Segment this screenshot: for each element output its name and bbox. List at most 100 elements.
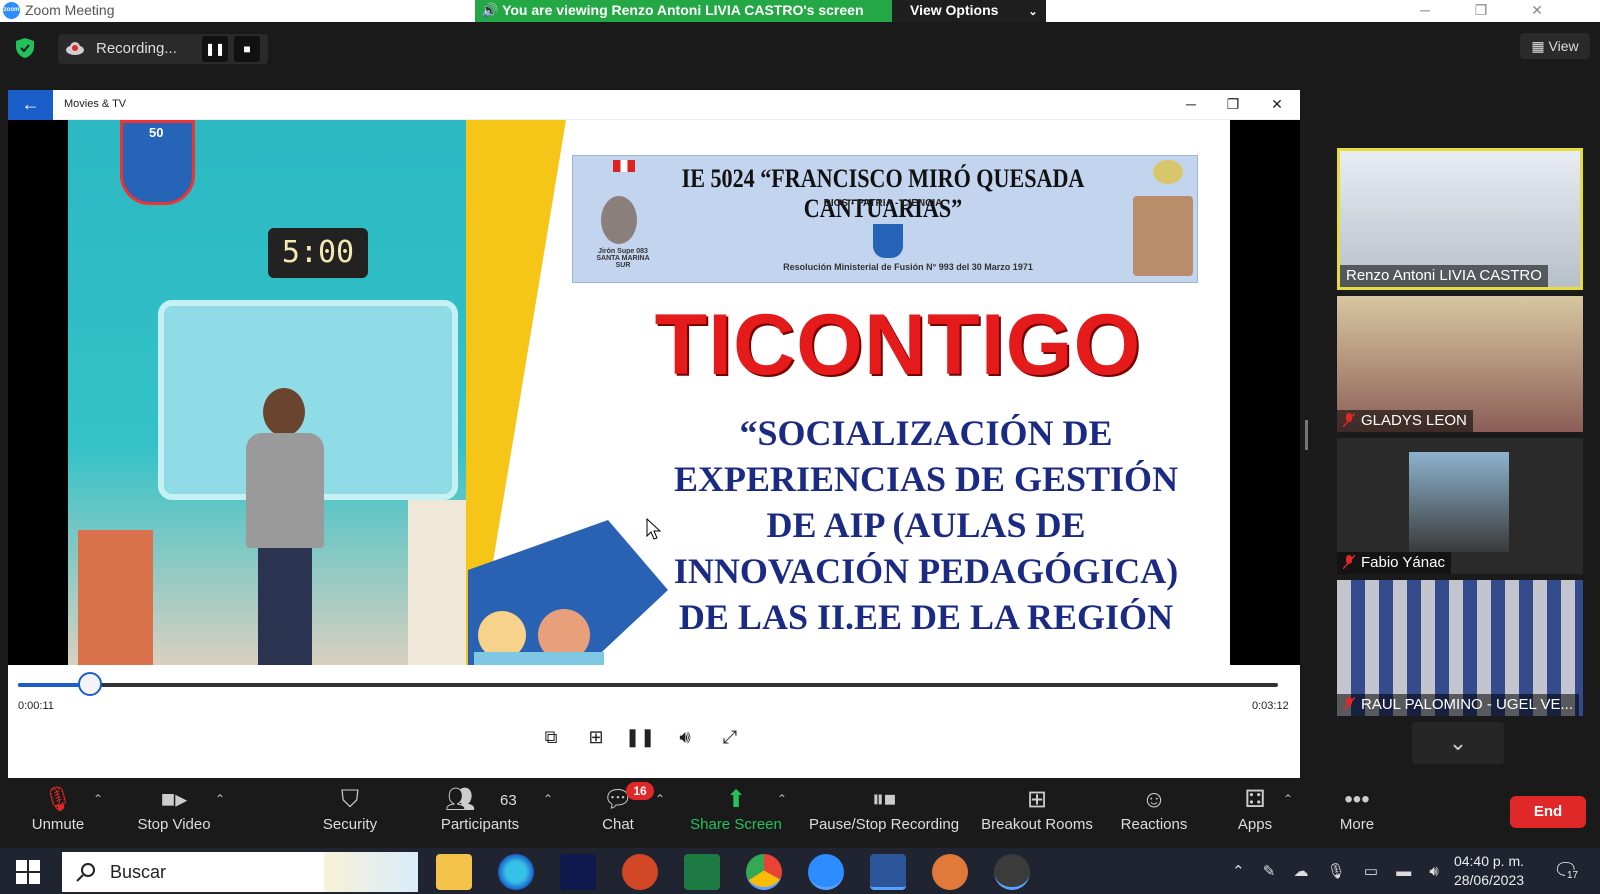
file-explorer-icon[interactable] <box>436 854 472 890</box>
participants-label: Participants <box>440 816 520 833</box>
participant-avatar <box>1409 452 1509 552</box>
security-button[interactable]: ⛉ Security <box>310 784 390 844</box>
share-screen-button[interactable]: ⬆︎ Share Screen <box>686 784 786 844</box>
more-label: More <box>1339 816 1375 833</box>
participant-tile[interactable]: Renzo Antoni LIVIA CASTRO <box>1337 148 1583 290</box>
app-restore-button[interactable]: ❐ <box>1218 96 1248 116</box>
participant-name-bar: RAUL PALOMINO - UGEL VE... <box>1337 694 1579 716</box>
stop-video-button[interactable]: ■▸ Stop Video <box>128 784 220 844</box>
windows-start-icon[interactable] <box>16 860 40 884</box>
back-arrow-icon: ← <box>21 94 40 114</box>
battery-icon[interactable]: ▬ <box>1396 863 1411 880</box>
close-window-button[interactable]: ✕ <box>1514 0 1560 22</box>
microphone-icon[interactable]: 🎙︎ <box>1327 863 1346 880</box>
pause-stop-recording-label: Pause/Stop Recording <box>808 816 960 833</box>
pause-icon: ❚❚ <box>204 42 226 56</box>
stream-icon[interactable] <box>560 854 596 890</box>
gallery-next-page-button[interactable]: ⌄ <box>1412 722 1504 764</box>
video-frame[interactable]: 50 5:00 Jirón Supe 083 SANTA MARINA SUR … <box>8 120 1300 665</box>
breakout-rooms-button[interactable]: ⊞ Breakout Rooms <box>980 784 1094 844</box>
breakout-rooms-label: Breakout Rooms <box>981 816 1093 833</box>
view-options-button[interactable]: View Options ⌄ <box>892 0 1046 22</box>
volume-icon[interactable]: 🔊︎ <box>1429 863 1438 880</box>
share-screen-icon: ⬆︎ <box>725 786 747 813</box>
apps-label: Apps <box>1237 816 1273 833</box>
pause-icon[interactable]: ❚❚ <box>625 722 655 752</box>
seek-bar-thumb[interactable] <box>77 672 102 696</box>
display-icon[interactable]: ▭ <box>1364 863 1378 880</box>
viewing-screen-banner: 🔊 You are viewing Renzo Antoni LIVIA CAS… <box>475 0 892 22</box>
end-meeting-button[interactable]: End <box>1510 796 1586 828</box>
participant-tile[interactable]: Fabio Yánac <box>1337 438 1583 574</box>
apps-options-caret[interactable]: ⌃ <box>1280 792 1296 808</box>
chrome-icon[interactable] <box>746 854 782 890</box>
muted-mic-icon <box>1343 413 1355 427</box>
aspect-ratio-icon[interactable]: ⊞ <box>581 722 611 752</box>
tray-overflow-chevron-icon[interactable]: ⌃ <box>1232 863 1245 880</box>
game-icon[interactable] <box>932 854 968 890</box>
taskbar-search-box[interactable]: Buscar <box>62 852 418 892</box>
recording-label: Recording... <box>96 40 177 57</box>
powerpoint-icon[interactable] <box>622 854 658 890</box>
participant-name: Renzo Antoni LIVIA CASTRO <box>1340 265 1548 287</box>
seek-bar[interactable] <box>18 683 1278 687</box>
panel-resize-handle[interactable] <box>1305 420 1308 450</box>
participant-tile[interactable]: RAUL PALOMINO - UGEL VE... <box>1337 580 1583 716</box>
unmute-label: Unmute <box>31 816 85 833</box>
taskbar-clock[interactable]: 04:40 p. m. 28/06/2023 <box>1444 852 1534 890</box>
excel-icon[interactable] <box>684 854 720 890</box>
minimize-window-button[interactable]: ─ <box>1402 0 1448 22</box>
zoom-icon[interactable] <box>808 854 844 890</box>
speaker-icon: 🔊 <box>481 2 499 18</box>
participant-name: GLADYS LEON <box>1361 412 1467 429</box>
stop-recording-button[interactable]: ■ <box>234 36 260 62</box>
audio-options-caret[interactable]: ⌃ <box>90 792 106 808</box>
notification-count: 17 <box>1565 870 1581 881</box>
word-icon[interactable] <box>870 854 906 890</box>
windows-taskbar: Buscar ⌃ ✎ ☁︎ 🎙︎ ▭ ▬ 🔊︎ 04:40 p. m. 28/0… <box>0 848 1600 894</box>
search-icon <box>76 863 95 882</box>
pause-stop-recording-button[interactable]: ⏸︎⏹︎ Pause/Stop Recording <box>804 784 964 844</box>
view-layout-button[interactable]: ▦ View <box>1520 33 1590 59</box>
app-close-button[interactable]: ✕ <box>1262 96 1292 116</box>
encryption-shield-icon[interactable] <box>16 38 34 58</box>
edge-icon[interactable] <box>498 854 534 890</box>
restore-window-button[interactable]: ❐ <box>1458 0 1504 22</box>
muted-mic-icon: 🎙︎ <box>42 786 74 813</box>
window-title: Zoom Meeting <box>25 2 115 18</box>
cast-icon[interactable]: ⧉ <box>536 722 566 752</box>
breakout-rooms-icon: ⊞ <box>1026 786 1048 813</box>
pause-recording-button[interactable]: ❚❚ <box>202 36 228 62</box>
video-options-caret[interactable]: ⌃ <box>212 792 228 808</box>
slide-subtitle: “SOCIALIZACIÓN DE EXPERIENCIAS DE GESTIÓ… <box>673 413 1179 637</box>
viewing-banner-text: You are viewing Renzo Antoni LIVIA CASTR… <box>502 2 864 18</box>
apps-icon: ⚃ <box>1244 786 1266 813</box>
participant-tile[interactable]: GLADYS LEON <box>1337 296 1583 432</box>
apps-button[interactable]: ⚃ Apps <box>1230 784 1280 844</box>
muted-mic-icon <box>1343 697 1355 711</box>
media-player-icon[interactable] <box>994 854 1030 890</box>
participants-options-caret[interactable]: ⌃ <box>540 792 556 808</box>
more-button[interactable]: ••• More <box>1332 784 1382 844</box>
reactions-button[interactable]: ☺︎ Reactions <box>1118 784 1190 844</box>
pen-icon[interactable]: ✎ <box>1263 863 1276 880</box>
chevron-down-icon: ⌄ <box>1448 730 1468 755</box>
share-options-caret[interactable]: ⌃ <box>774 792 790 808</box>
mouse-cursor-icon <box>646 518 662 540</box>
network-alert-icon[interactable]: ☁︎ <box>1294 863 1309 880</box>
school-name: IE 5024 “FRANCISCO MIRÓ QUESADA CANTUARI… <box>681 164 1085 223</box>
zoom-logo-icon: zoom <box>3 2 20 19</box>
participants-count: 63 <box>500 792 517 809</box>
slide-headline: TICONTIGO <box>654 297 1142 393</box>
share-screen-label: Share Screen <box>690 816 782 833</box>
app-minimize-button[interactable]: ─ <box>1176 96 1206 116</box>
notification-center-button[interactable]: 🗨︎ 17 <box>1553 858 1581 884</box>
fullscreen-icon[interactable]: ⤢ <box>715 722 745 752</box>
back-button[interactable]: ← <box>8 90 53 120</box>
grid-view-icon: ▦ <box>1531 38 1545 54</box>
school-motto: DIOS - PATRIA - CIENCIA <box>823 198 943 209</box>
unmute-button[interactable]: 🎙︎ Unmute <box>18 784 98 844</box>
volume-icon[interactable]: 🔊︎ <box>670 722 700 752</box>
movies-tv-titlebar: ← Movies & TV ─ ❐ ✕ <box>8 90 1300 120</box>
chat-options-caret[interactable]: ⌃ <box>652 792 668 808</box>
